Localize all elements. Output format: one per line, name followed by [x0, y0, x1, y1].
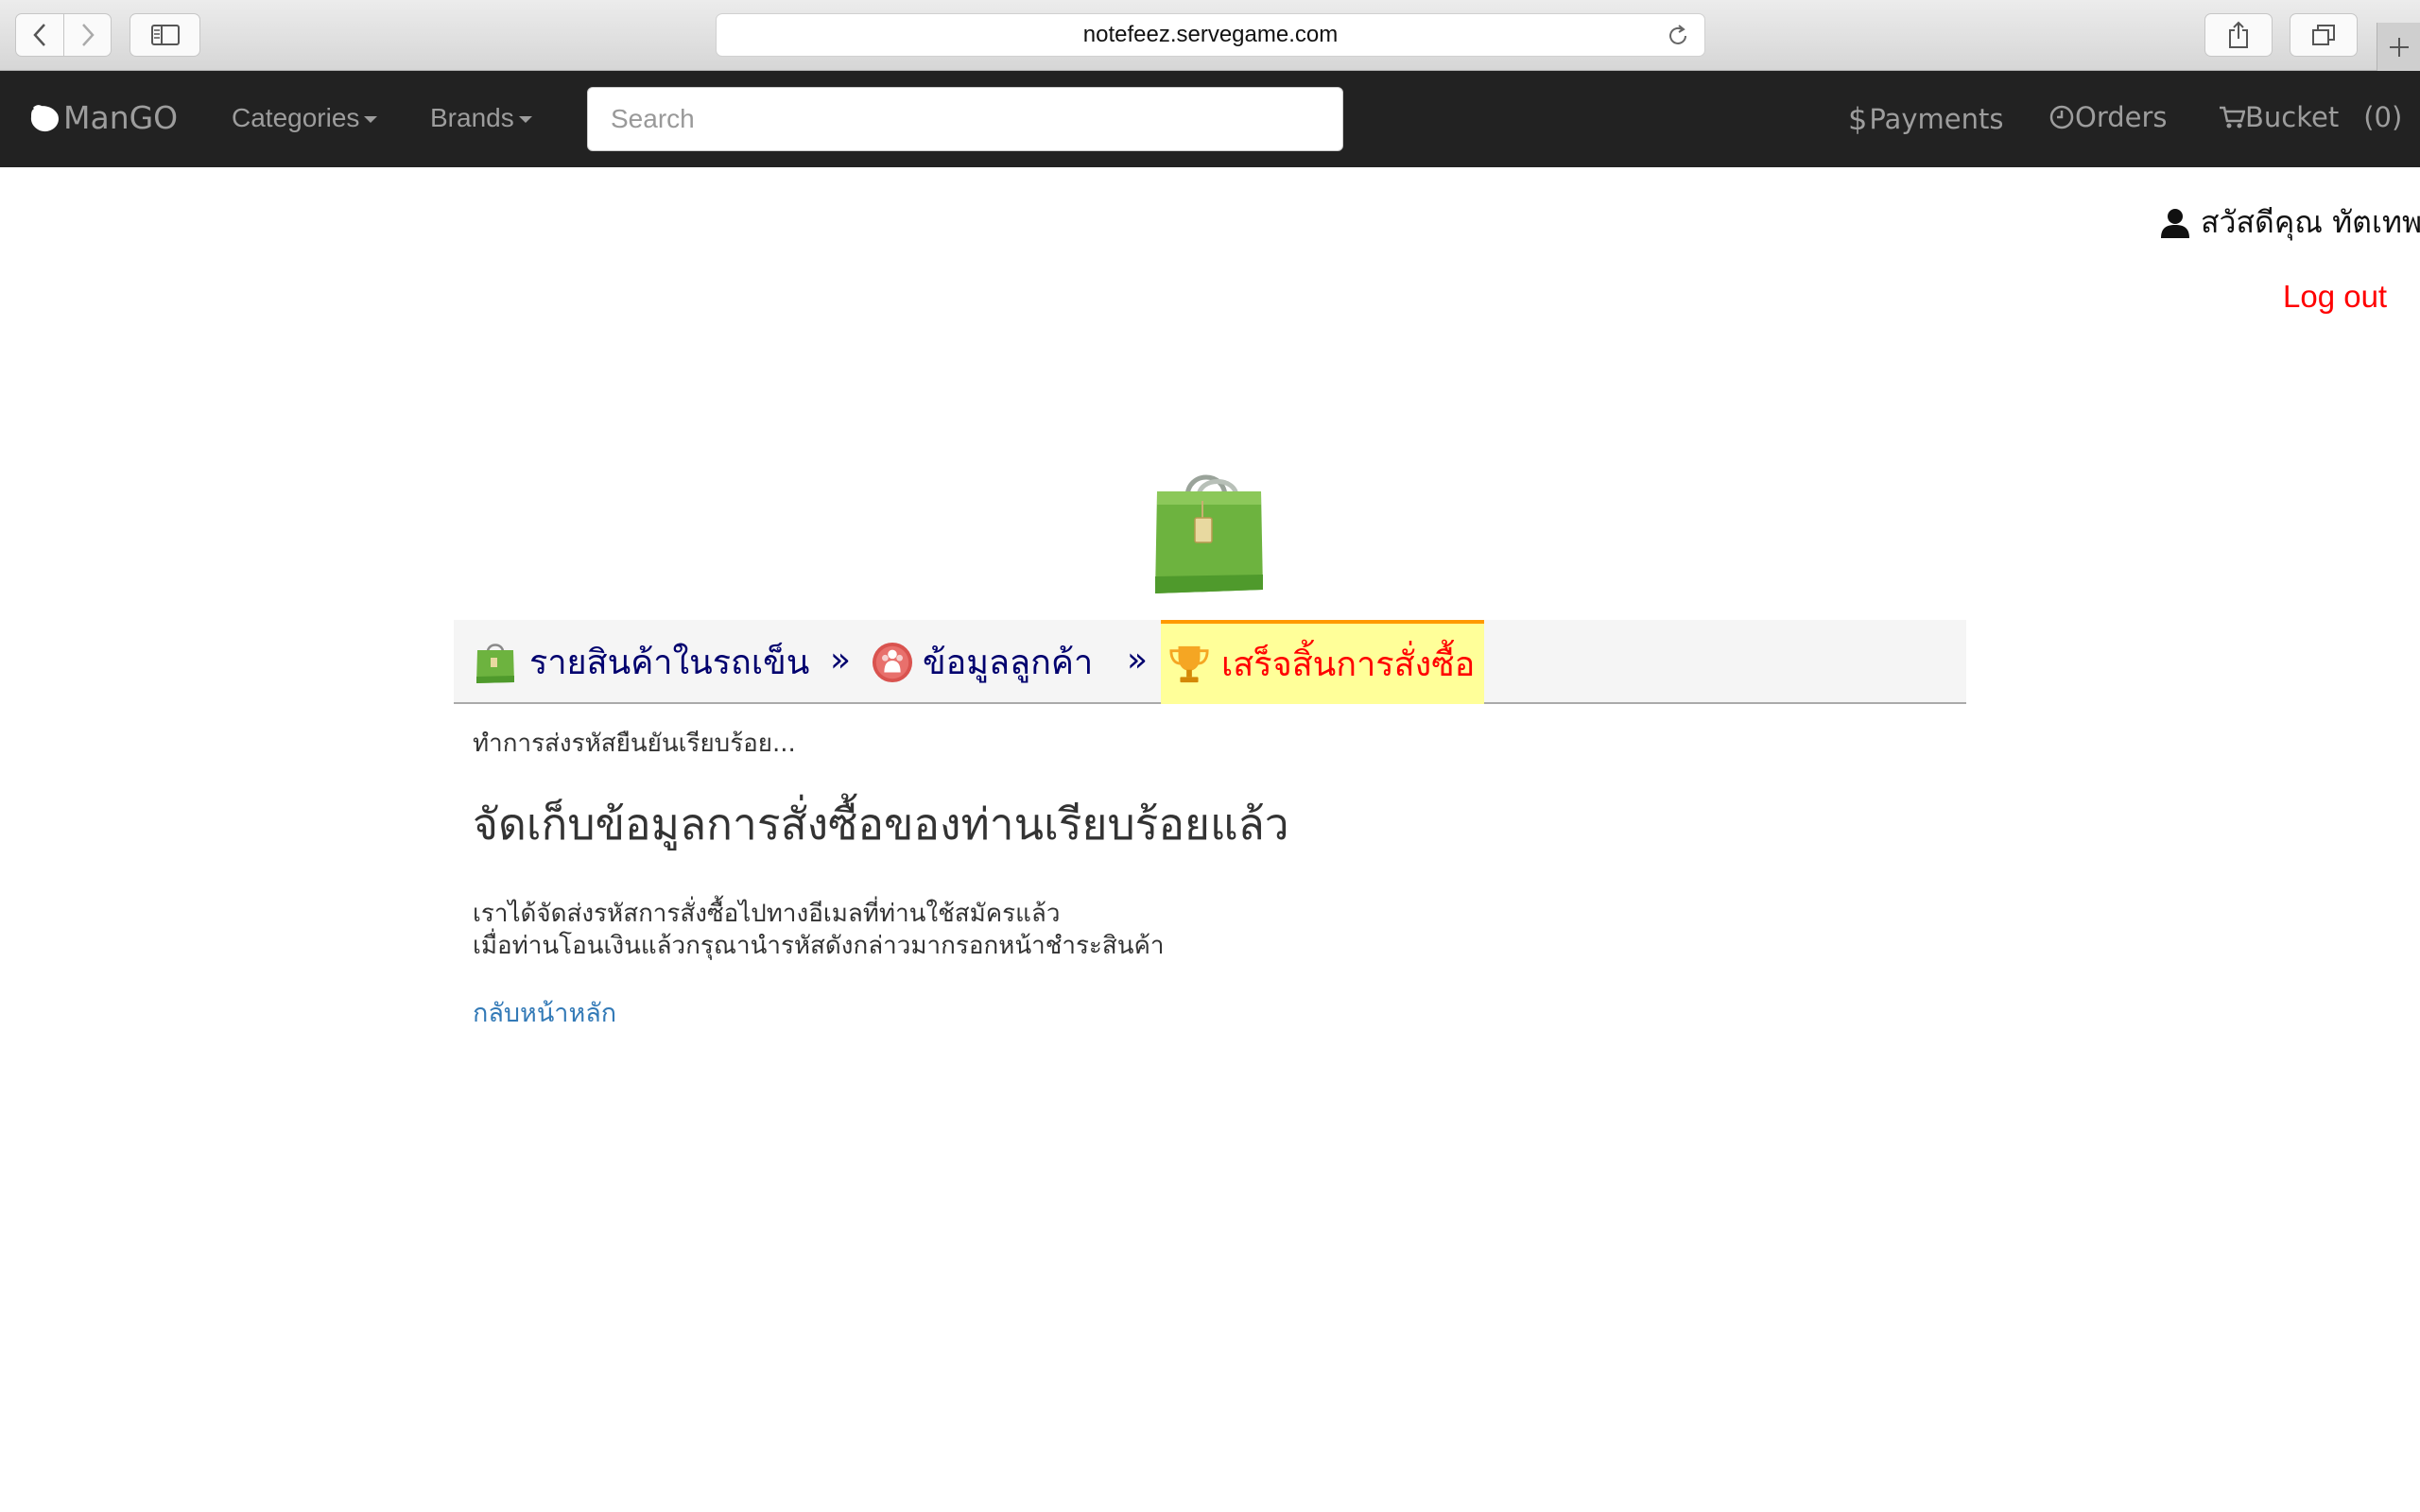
user-greeting: สวัสดีคุณ ทัตเทพ: [2159, 198, 2420, 247]
brand-link[interactable]: ManGO: [28, 99, 178, 136]
step-complete-label: เสร็จสิ้นการสั่งซื้อ: [1221, 645, 1476, 684]
search-input[interactable]: Search: [587, 87, 1343, 151]
new-tab-button[interactable]: [2377, 23, 2420, 71]
sidebar-button[interactable]: [130, 13, 200, 57]
back-button[interactable]: [16, 14, 63, 56]
nav-payments[interactable]: $ Payments: [1848, 101, 2003, 137]
brands-dropdown[interactable]: Brands: [430, 103, 532, 133]
trophy-icon: [1169, 645, 1209, 682]
nav-bucket[interactable]: Bucket (0): [2219, 101, 2402, 133]
logout-link[interactable]: Log out: [2283, 279, 2387, 315]
url-text: notefeez.servegame.com: [1082, 22, 1339, 47]
dollar-icon: $: [1848, 101, 1868, 137]
caret-down-icon: [364, 116, 378, 123]
payments-label: Payments: [1869, 103, 2004, 135]
categories-label: Categories: [232, 103, 360, 132]
forward-button[interactable]: [63, 14, 111, 56]
page-title: จัดเก็บข้อมูลการสั่งซื้อของท่านเรียบร้อย…: [473, 799, 1289, 850]
message-line-2: เมื่อท่านโอนเงินแล้วกรุณานำรหัสดังกล่าวม…: [473, 932, 1165, 960]
bucket-label: Bucket: [2245, 101, 2340, 133]
share-button[interactable]: [2204, 13, 2273, 57]
shopping-bag-icon: [1155, 474, 1263, 593]
chevron-left-icon: [33, 24, 45, 46]
brand-name: ManGO: [63, 99, 179, 136]
chevron-right-icon: [81, 24, 95, 46]
brands-label: Brands: [430, 103, 514, 132]
plus-icon: [2389, 37, 2409, 57]
greeting-text: สวัสดีคุณ ทัตเทพ: [2201, 204, 2420, 240]
search-placeholder: Search: [611, 104, 695, 133]
step-separator: »: [830, 641, 852, 679]
site-navbar: ManGO Categories Brands Search $ Payment…: [0, 71, 2420, 167]
mango-logo-icon: [30, 104, 59, 131]
cart-icon: [2220, 106, 2245, 129]
bucket-count: (0): [2363, 101, 2403, 133]
step-separator: »: [1127, 641, 1149, 679]
sidebar-icon: [150, 25, 180, 45]
address-bar[interactable]: notefeez.servegame.com: [716, 13, 1705, 57]
clock-icon: [2049, 105, 2074, 129]
step-cart[interactable]: รายสินค้าในรถเข็น: [475, 620, 809, 704]
caret-down-icon: [518, 116, 532, 123]
nav-orders[interactable]: Orders: [2048, 101, 2168, 133]
user-icon: [2161, 208, 2189, 238]
back-home-link[interactable]: กลับหน้าหลัก: [473, 992, 616, 1033]
step-customer-info-label: ข้อมูลลูกค้า: [923, 644, 1094, 682]
history-buttons: [15, 13, 112, 57]
shopping-bag-icon: [476, 643, 514, 683]
step-customer-info[interactable]: ข้อมูลลูกค้า: [872, 620, 1093, 704]
customer-info-icon: [872, 642, 913, 682]
categories-dropdown[interactable]: Categories: [232, 103, 378, 133]
confirmation-note: ทำการส่งรหัสยืนยันเรียบร้อย...: [473, 730, 796, 758]
orders-label: Orders: [2075, 101, 2168, 133]
step-cart-label: รายสินค้าในรถเข็น: [529, 644, 810, 682]
share-icon: [2229, 21, 2248, 48]
browser-toolbar: notefeez.servegame.com: [0, 0, 2420, 71]
reload-icon[interactable]: [1665, 23, 1691, 49]
checkout-steps: รายสินค้าในรถเข็น » ข้อมูลลูกค้า » เสร็จ…: [454, 620, 1966, 704]
tabs-overview-button[interactable]: [2290, 13, 2358, 57]
step-complete[interactable]: เสร็จสิ้นการสั่งซื้อ: [1161, 620, 1485, 704]
tabs-icon: [2312, 25, 2335, 45]
